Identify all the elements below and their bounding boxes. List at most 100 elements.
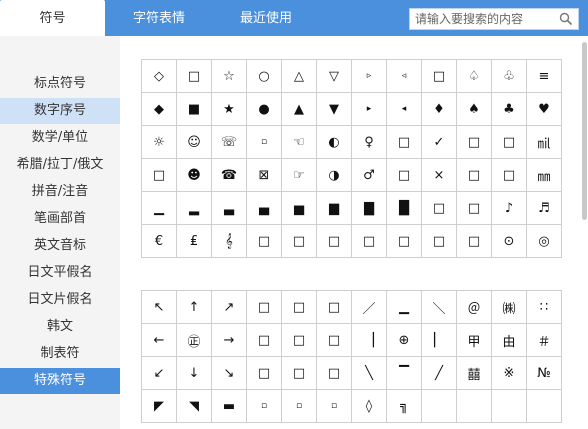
symbol-cell[interactable]: □ <box>282 357 317 390</box>
sidebar-item[interactable]: 日文平假名 <box>0 260 120 286</box>
symbol-cell[interactable]: ♤ <box>457 60 492 93</box>
search-icon[interactable] <box>559 12 573 26</box>
symbol-cell[interactable]: □ <box>422 60 457 93</box>
symbol-cell[interactable]: ■ <box>177 93 212 126</box>
symbol-cell[interactable]: ㈱ <box>492 291 527 324</box>
symbol-cell[interactable]: ◂ <box>387 93 422 126</box>
symbol-cell[interactable]: ▁ <box>387 291 422 324</box>
symbol-cell[interactable]: ▸ <box>352 93 387 126</box>
sidebar-item[interactable]: 制表符 <box>0 341 120 367</box>
symbol-cell[interactable]: ♀ <box>352 126 387 159</box>
symbol-cell[interactable]: ♧ <box>492 60 527 93</box>
symbol-cell[interactable]: □ <box>282 324 317 357</box>
symbol-cell[interactable]: ◇ <box>142 60 177 93</box>
symbol-cell[interactable]: ⊕ <box>387 324 422 357</box>
symbol-cell[interactable]: □ <box>457 126 492 159</box>
symbol-cell[interactable]: ＼ <box>422 291 457 324</box>
sidebar-item[interactable]: 数学/单位 <box>0 125 120 151</box>
sidebar-item[interactable]: 韩文 <box>0 314 120 340</box>
symbol-cell[interactable]: № <box>527 357 562 390</box>
symbol-cell[interactable]: □ <box>422 225 457 258</box>
symbol-cell[interactable]: ▇ <box>352 192 387 225</box>
symbol-cell[interactable]: ╗ <box>387 390 422 423</box>
symbol-cell[interactable]: ↗ <box>212 291 247 324</box>
symbol-cell[interactable]: ＠ <box>457 291 492 324</box>
symbol-cell[interactable]: € <box>142 225 177 258</box>
symbol-cell[interactable]: □ <box>352 225 387 258</box>
symbol-cell[interactable] <box>527 390 562 423</box>
symbol-cell[interactable]: ▕ <box>352 324 387 357</box>
symbol-cell[interactable]: ∷ <box>527 291 562 324</box>
symbol-cell[interactable]: □ <box>317 324 352 357</box>
symbol-cell[interactable]: ♣ <box>492 93 527 126</box>
sidebar-item[interactable]: 英文音标 <box>0 233 120 259</box>
symbol-cell[interactable]: ▽ <box>317 60 352 93</box>
symbol-cell[interactable]: ☎ <box>212 159 247 192</box>
symbol-cell[interactable]: ※ <box>492 357 527 390</box>
symbol-cell[interactable]: ☼ <box>142 126 177 159</box>
symbol-cell[interactable]: ● <box>247 93 282 126</box>
symbol-cell[interactable]: ▫ <box>247 390 282 423</box>
tab-recent[interactable]: 最近使用 <box>214 0 318 36</box>
symbol-cell[interactable]: ▫ <box>247 126 282 159</box>
symbol-cell[interactable] <box>492 390 527 423</box>
symbol-cell[interactable]: □ <box>387 225 422 258</box>
symbol-cell[interactable]: ◑ <box>317 159 352 192</box>
symbol-cell[interactable]: ◆ <box>142 93 177 126</box>
symbol-cell[interactable]: ♪ <box>492 192 527 225</box>
symbol-cell[interactable]: □ <box>247 225 282 258</box>
scrollbar-thumb[interactable] <box>582 42 587 220</box>
sidebar-item[interactable]: 希腊/拉丁/俄文 <box>0 152 120 178</box>
symbol-cell[interactable]: □ <box>492 126 527 159</box>
symbol-cell[interactable]: ₤ <box>177 225 212 258</box>
symbol-cell[interactable]: □ <box>457 192 492 225</box>
sidebar-item[interactable]: 笔画部首 <box>0 206 120 232</box>
symbol-cell[interactable]: × <box>422 159 457 192</box>
symbol-cell[interactable]: □ <box>247 291 282 324</box>
symbol-cell[interactable]: ◤ <box>142 390 177 423</box>
symbol-cell[interactable]: ㏕ <box>527 126 562 159</box>
symbol-cell[interactable]: ㎜ <box>527 159 562 192</box>
symbol-cell[interactable]: ▫ <box>282 390 317 423</box>
symbol-cell[interactable]: 甲 <box>457 324 492 357</box>
symbol-cell[interactable]: ← <box>142 324 177 357</box>
symbol-cell[interactable]: ▄ <box>247 192 282 225</box>
symbol-cell[interactable]: ♂ <box>352 159 387 192</box>
symbol-cell[interactable] <box>422 390 457 423</box>
search-input[interactable] <box>410 9 561 29</box>
sidebar-item[interactable]: 日文片假名 <box>0 287 120 313</box>
symbol-cell[interactable]: ○ <box>247 60 282 93</box>
symbol-cell[interactable]: ☜ <box>282 126 317 159</box>
symbol-cell[interactable]: ▃ <box>212 192 247 225</box>
tab-char-emoticons[interactable]: 字符表情 <box>107 0 211 36</box>
symbol-cell[interactable]: □ <box>282 291 317 324</box>
symbol-cell[interactable]: 囍 <box>457 357 492 390</box>
symbol-cell[interactable]: ☞ <box>282 159 317 192</box>
symbol-cell[interactable]: □ <box>317 225 352 258</box>
symbol-cell[interactable]: □ <box>247 357 282 390</box>
symbol-cell[interactable]: □ <box>177 60 212 93</box>
symbol-cell[interactable]: █ <box>387 192 422 225</box>
tab-symbols[interactable]: 符号 <box>0 0 105 36</box>
symbol-cell[interactable]: ♦ <box>422 93 457 126</box>
symbol-cell[interactable]: ☻ <box>177 159 212 192</box>
symbol-cell[interactable]: ↘ <box>212 357 247 390</box>
symbol-cell[interactable]: ☺ <box>177 126 212 159</box>
symbol-cell[interactable]: ▹ <box>352 60 387 93</box>
symbol-cell[interactable]: ▅ <box>282 192 317 225</box>
symbol-cell[interactable]: ＃ <box>527 324 562 357</box>
symbol-cell[interactable]: ╲ <box>352 357 387 390</box>
symbol-cell[interactable]: ♠ <box>457 93 492 126</box>
symbol-cell[interactable]: □ <box>457 159 492 192</box>
symbol-cell[interactable]: □ <box>387 126 422 159</box>
symbol-cell[interactable]: ♬ <box>527 192 562 225</box>
symbol-cell[interactable]: □ <box>317 291 352 324</box>
symbol-cell[interactable]: ◃ <box>387 60 422 93</box>
sidebar-item[interactable]: 标点符号 <box>0 71 120 97</box>
symbol-cell[interactable]: ／ <box>352 291 387 324</box>
symbol-cell[interactable]: ▔ <box>387 357 422 390</box>
sidebar-item[interactable]: 数字序号 <box>0 98 120 124</box>
symbol-cell[interactable]: ▼ <box>317 93 352 126</box>
symbol-cell[interactable]: □ <box>142 159 177 192</box>
symbol-cell[interactable]: □ <box>457 225 492 258</box>
